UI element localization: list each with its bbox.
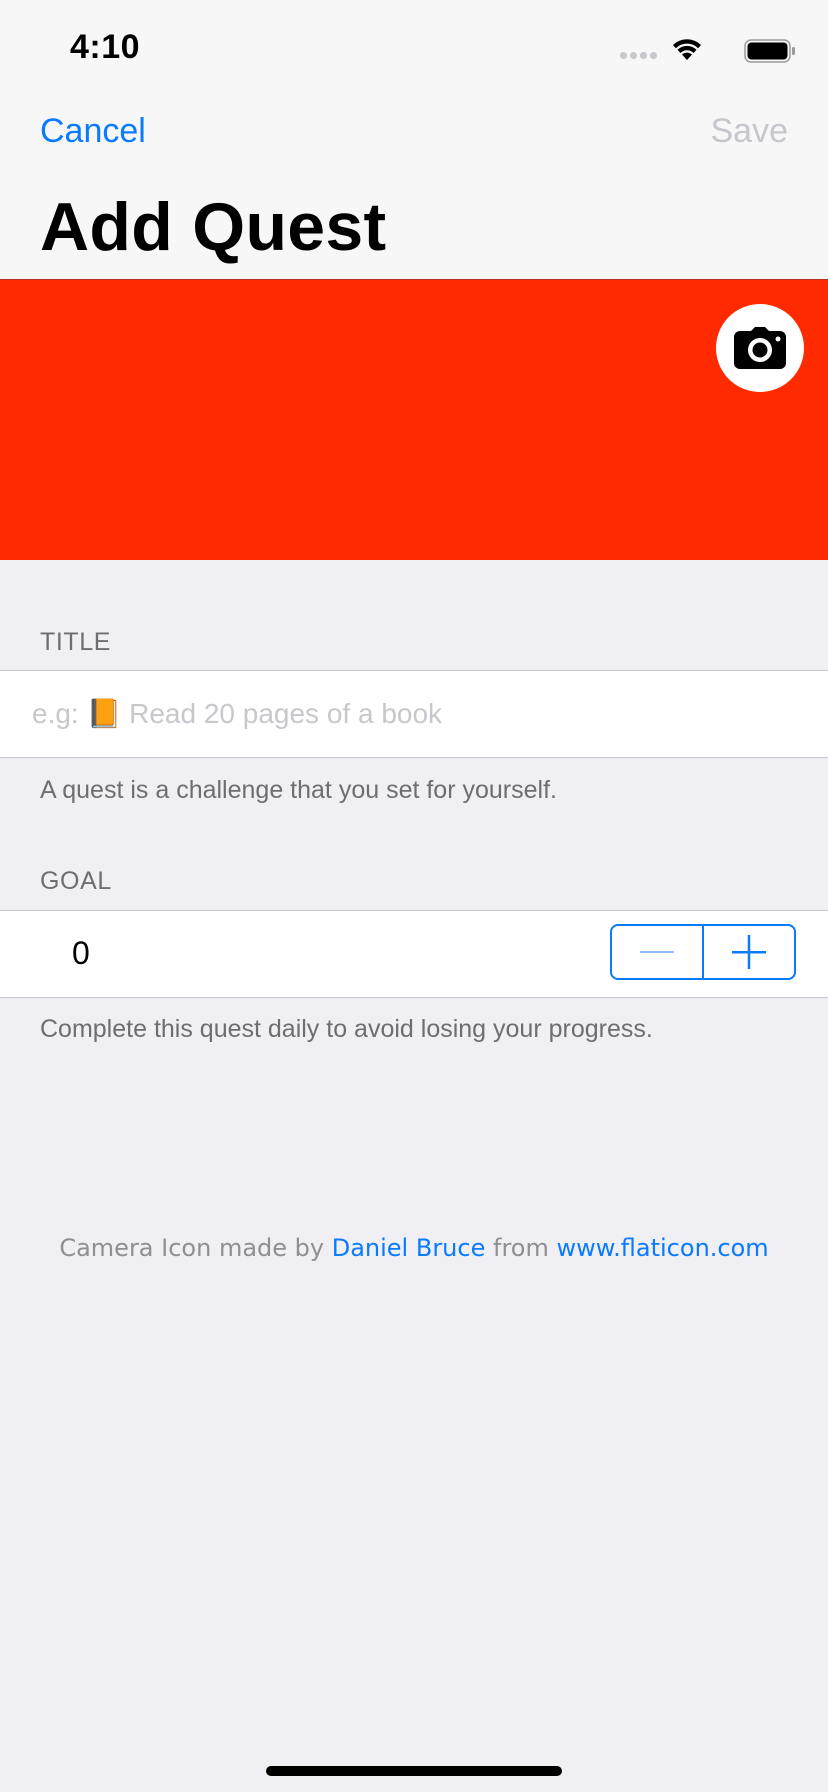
title-section-footer: A quest is a challenge that you set for … [40, 776, 557, 804]
goal-stepper [610, 924, 796, 980]
goal-value: 0 [72, 935, 90, 971]
page-title: Add Quest [40, 189, 387, 265]
home-indicator [266, 1766, 562, 1776]
credit-prefix: Camera Icon made by [59, 1234, 332, 1262]
add-quest-screen: 4:10 Cancel Save Add Quest TITLE e.g: 📙 … [0, 0, 828, 1792]
icon-credit: Camera Icon made by Daniel Bruce from ww… [0, 1234, 828, 1262]
camera-button[interactable] [716, 304, 804, 392]
author-link[interactable]: Daniel Bruce [332, 1234, 486, 1262]
navigation-bar: 4:10 Cancel Save Add Quest [0, 0, 828, 280]
site-link[interactable]: www.flaticon.com [556, 1234, 768, 1262]
cancel-button[interactable]: Cancel [40, 112, 146, 151]
quest-cover-banner [0, 280, 828, 560]
title-section-header: TITLE [40, 628, 112, 656]
goal-section-footer: Complete this quest daily to avoid losin… [40, 1015, 653, 1043]
save-button[interactable]: Save [711, 112, 789, 151]
goal-section-header: GOAL [40, 867, 112, 895]
increment-button[interactable] [704, 926, 794, 978]
goal-cell: 0 [0, 910, 828, 998]
camera-icon [734, 327, 786, 369]
battery-icon [744, 39, 795, 63]
status-icons [576, 36, 796, 66]
cellular-signal-icon [620, 52, 660, 62]
credit-middle: from [485, 1234, 557, 1262]
title-cell [0, 670, 828, 758]
title-input[interactable] [32, 671, 792, 757]
plus-icon [732, 935, 766, 969]
minus-icon [640, 951, 674, 953]
wifi-icon [673, 39, 701, 60]
status-time: 4:10 [70, 28, 141, 66]
decrement-button[interactable] [612, 926, 702, 978]
